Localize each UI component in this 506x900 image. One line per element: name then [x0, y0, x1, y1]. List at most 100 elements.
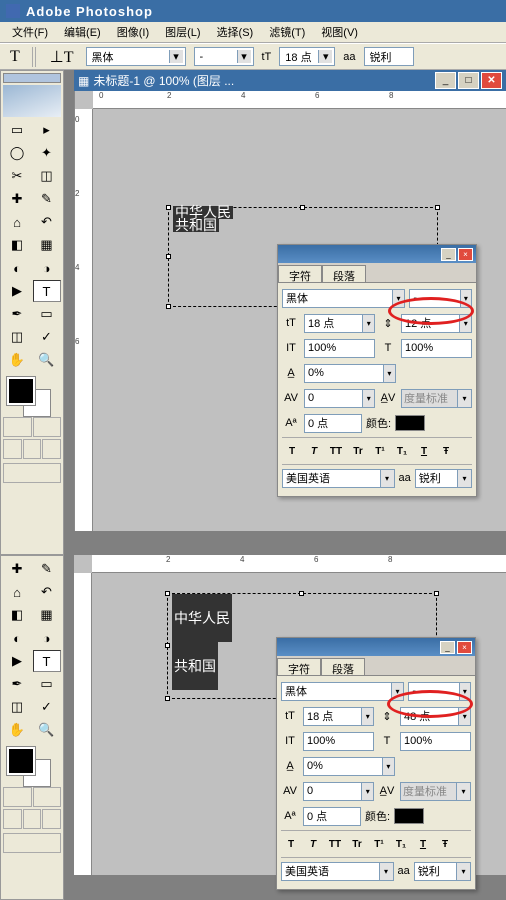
tool-pen-b[interactable]: ✒	[3, 673, 31, 695]
style-italic[interactable]: T	[304, 442, 324, 460]
tool-dodge-b[interactable]: ◑	[33, 627, 61, 649]
screenmode-buttons[interactable]	[3, 439, 61, 459]
tool-shape-b[interactable]: ▭	[33, 673, 61, 695]
panel-font-family-b[interactable]: ▾	[281, 682, 404, 701]
panel-font-size[interactable]: ▾	[304, 314, 375, 333]
tab-paragraph[interactable]: 段落	[322, 265, 366, 282]
panel-leading-b[interactable]: ▾	[400, 707, 471, 726]
style-allcaps[interactable]: TT	[326, 442, 346, 460]
tool-stamp-b[interactable]: ⌂	[3, 581, 31, 603]
handle-bl[interactable]	[166, 304, 171, 309]
handle-tr-b[interactable]	[434, 591, 439, 596]
menu-layer[interactable]: 图层(L)	[157, 22, 208, 42]
panel-font-size-b[interactable]: ▾	[303, 707, 374, 726]
color-swatches-b[interactable]	[3, 745, 61, 785]
tool-eyedrop[interactable]: ✓	[33, 326, 61, 348]
tool-heal[interactable]: ✚	[3, 188, 31, 210]
tool-gradient[interactable]: ▦	[33, 234, 61, 256]
tool-path-b[interactable]: ▶	[3, 650, 31, 672]
tool-hand[interactable]: ✋	[3, 349, 31, 371]
quickmask-buttons-b[interactable]	[3, 787, 61, 807]
text-line1-b[interactable]: 中华人民	[172, 594, 232, 642]
menu-view[interactable]: 视图(V)	[313, 22, 366, 42]
panel-minimize-icon[interactable]: _	[441, 248, 456, 261]
panel-baseline-b[interactable]	[303, 807, 361, 826]
style-underline[interactable]: T	[414, 442, 434, 460]
panel-close-icon[interactable]: ×	[458, 248, 473, 261]
tab-character-b[interactable]: 字符	[277, 658, 321, 675]
style-underline-b[interactable]: T	[413, 835, 433, 853]
panel-kerning-b[interactable]: ▾	[303, 782, 374, 801]
tool-pen[interactable]: ✒	[3, 303, 31, 325]
tool-path[interactable]: ▶	[3, 280, 31, 302]
tool-wand[interactable]: ✦	[33, 142, 61, 164]
panel-metrics[interactable]: 度量标准▾	[401, 389, 472, 408]
tab-character[interactable]: 字符	[278, 265, 322, 282]
text-line2-b[interactable]: 共和国	[172, 642, 218, 690]
tool-eraser[interactable]: ◧	[3, 234, 31, 256]
handle-tr[interactable]	[435, 205, 440, 210]
panel-titlebar-b[interactable]: _ ×	[277, 638, 475, 656]
orientation-icon[interactable]: ⊥T	[46, 47, 78, 67]
tool-eraser-b[interactable]: ◧	[3, 604, 31, 626]
panel-font-style[interactable]: ▾	[409, 289, 472, 308]
panel-close-icon-b[interactable]: ×	[457, 641, 472, 654]
font-size-combo[interactable]: 18 点 ▾	[279, 47, 335, 66]
panel-font-style-b[interactable]: ▾	[408, 682, 471, 701]
panel-tracking-b[interactable]: ▾	[303, 757, 395, 776]
text-line2[interactable]: 共和国	[173, 219, 219, 232]
panel-aa-b[interactable]: 锐利▾	[414, 862, 471, 881]
panel-tracking[interactable]: ▾	[304, 364, 396, 383]
tool-move[interactable]: ▸	[33, 119, 61, 141]
style-smallcaps-b[interactable]: Tr	[347, 835, 367, 853]
dropdown-icon[interactable]: ▾	[318, 50, 332, 63]
jump-button-b[interactable]	[3, 833, 61, 853]
tool-stamp[interactable]: ⌂	[3, 211, 31, 233]
canvas-b[interactable]: 中华人民 共和国 _ × 字符 段落	[92, 573, 506, 875]
handle-tl-b[interactable]	[165, 591, 170, 596]
tool-shape[interactable]: ▭	[33, 303, 61, 325]
fg-color-swatch-b[interactable]	[7, 747, 35, 775]
panel-minimize-icon-b[interactable]: _	[440, 641, 455, 654]
font-style-combo[interactable]: - ▾	[194, 47, 254, 66]
tool-type[interactable]: T	[33, 280, 61, 302]
tool-notes[interactable]: ◫	[3, 326, 31, 348]
canvas[interactable]: 中华人民 共和国 _ × 字符 段落	[93, 109, 506, 531]
dropdown-icon[interactable]: ▾	[237, 50, 251, 63]
tool-blur-b[interactable]: ◐	[3, 627, 31, 649]
style-strike-b[interactable]: Ŧ	[435, 835, 455, 853]
tool-blur[interactable]: ◐	[3, 257, 31, 279]
tool-eyedrop-b[interactable]: ✓	[33, 696, 61, 718]
panel-color-swatch-b[interactable]	[394, 808, 424, 824]
style-allcaps-b[interactable]: TT	[325, 835, 345, 853]
menu-file[interactable]: 文件(F)	[4, 22, 56, 42]
handle-tl[interactable]	[166, 205, 171, 210]
panel-vscale[interactable]	[304, 339, 375, 358]
tool-brush[interactable]: ✎	[33, 188, 61, 210]
panel-font-family[interactable]: ▾	[282, 289, 405, 308]
tool-notes-b[interactable]: ◫	[3, 696, 31, 718]
tab-paragraph-b[interactable]: 段落	[321, 658, 365, 675]
toolbox-header[interactable]	[3, 73, 61, 83]
maximize-button[interactable]: □	[458, 72, 479, 89]
tool-history-b[interactable]: ↶	[33, 581, 61, 603]
handle-ml[interactable]	[166, 254, 171, 259]
style-smallcaps[interactable]: Tr	[348, 442, 368, 460]
tool-brush-b[interactable]: ✎	[33, 558, 61, 580]
style-italic-b[interactable]: T	[303, 835, 323, 853]
aa-combo[interactable]: 锐利	[364, 47, 414, 66]
tool-lasso[interactable]: ◯	[3, 142, 31, 164]
style-subscript-b[interactable]: T₁	[391, 835, 411, 853]
fg-color-swatch[interactable]	[7, 377, 35, 405]
tool-slice[interactable]: ◫	[33, 165, 61, 187]
screenmode-buttons-b[interactable]	[3, 809, 61, 829]
style-superscript-b[interactable]: T¹	[369, 835, 389, 853]
panel-hscale-b[interactable]	[400, 732, 471, 751]
tool-crop[interactable]: ✂	[3, 165, 31, 187]
style-strike[interactable]: Ŧ	[436, 442, 456, 460]
tool-hand-b[interactable]: ✋	[3, 719, 31, 741]
menu-filter[interactable]: 滤镜(T)	[261, 22, 313, 42]
tool-history[interactable]: ↶	[33, 211, 61, 233]
menu-edit[interactable]: 编辑(E)	[56, 22, 109, 42]
tool-gradient-b[interactable]: ▦	[33, 604, 61, 626]
